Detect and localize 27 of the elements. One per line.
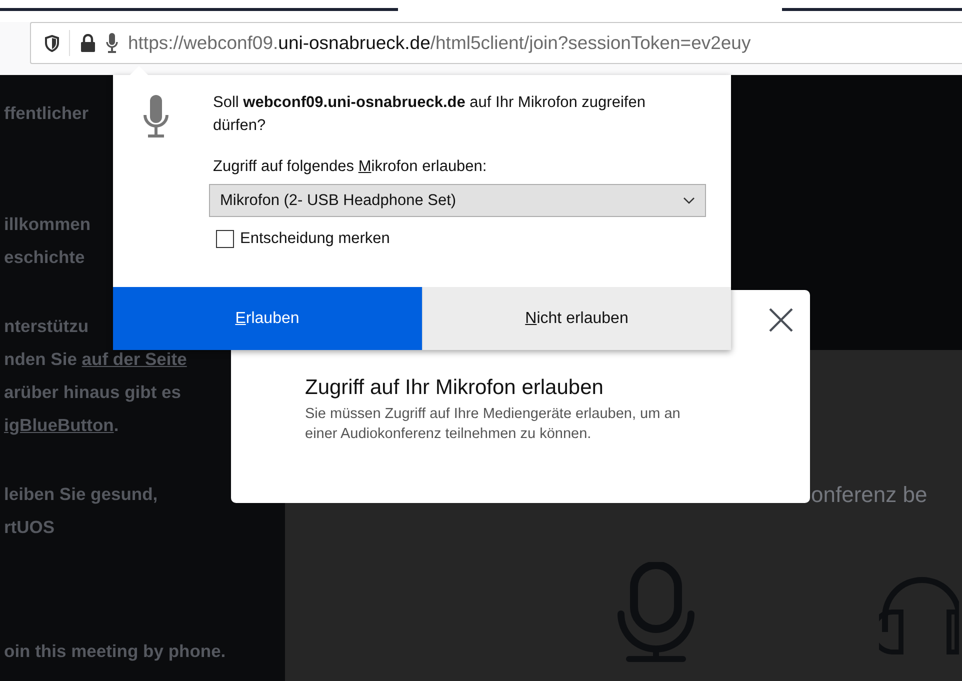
microphone-icon (143, 95, 169, 139)
sidebar-text: eschichte (4, 246, 85, 269)
sidebar-text: ffentlicher (4, 102, 89, 125)
address-bar[interactable]: https://webconf09.uni-osnabrueck.de/html5client/join?sessionToken=ev2euy (30, 22, 962, 64)
sidebar-text: rtUOS (4, 516, 55, 539)
sidebar-text: leiben Sie gesund, (4, 483, 158, 506)
sidebar-text: oin this meeting by phone. (4, 640, 226, 663)
sidebar-text: nterstützu (4, 315, 89, 338)
lock-icon[interactable] (80, 34, 96, 52)
sidebar-text: illkommen (4, 213, 91, 236)
microphone-icon[interactable] (106, 33, 118, 53)
remember-label: Entscheidung merken (240, 229, 390, 250)
close-icon[interactable] (768, 307, 794, 333)
dialog-title: Zugriff auf Ihr Mikrofon erlauben (305, 375, 604, 400)
sidebar-text: igBlueButton. (4, 414, 119, 437)
sidebar-text: nden Sie auf der Seite (4, 348, 187, 371)
allow-button[interactable]: Erlauben (113, 287, 422, 350)
dialog-message: Sie müssen Zugriff auf Ihre Mediengeräte erlauben, um an einer Audiokonferenz teilnehmen zu können. (305, 405, 682, 444)
deny-button[interactable]: Nicht erlauben (422, 287, 731, 350)
sidebar-text: arüber hinaus gibt es (4, 381, 181, 404)
shield-icon[interactable] (45, 34, 59, 52)
remember-checkbox[interactable] (216, 230, 234, 248)
device-select[interactable]: Mikrofon (2- USB Headphone Set) (209, 184, 706, 218)
chevron-down-icon (683, 196, 695, 205)
device-label: Zugriff auf folgendes Mikrofon erlauben: (213, 157, 488, 177)
permission-question: Soll webconf09.uni-osnabrueck.de auf Ihr Mikrofon zugreifen dürfen? (213, 93, 646, 136)
section-heading: onferenz be (811, 481, 928, 509)
